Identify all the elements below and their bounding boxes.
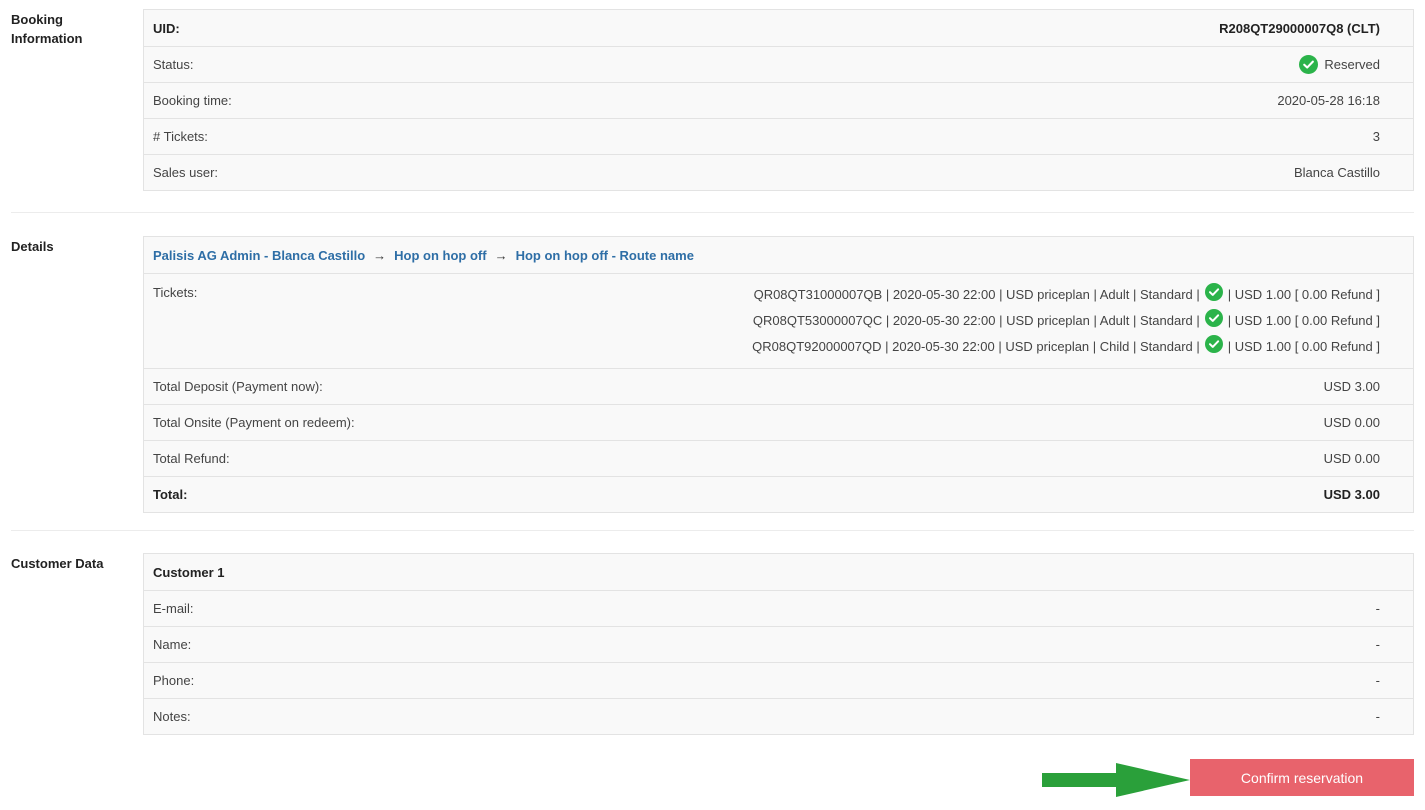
total-refund-label: Total Refund: xyxy=(153,451,230,466)
row-phone: Phone: - xyxy=(144,662,1413,698)
ticket-info: QR08QT53000007QC | 2020-05-30 22:00 | US… xyxy=(752,313,1200,328)
customer-title: Customer 1 xyxy=(153,564,225,580)
divider xyxy=(11,212,1414,213)
notes-value: - xyxy=(1375,709,1380,724)
section-label-booking-information: Booking Information xyxy=(11,12,83,46)
tickets-label: Tickets: xyxy=(153,285,198,300)
total-refund-value: USD 0.00 xyxy=(1323,451,1380,466)
total-label: Total: xyxy=(153,487,188,502)
check-circle-icon xyxy=(1299,55,1319,74)
ticket-line: QR08QT92000007QD | 2020-05-30 22:00 | US… xyxy=(752,334,1380,360)
row-email: E-mail: - xyxy=(144,590,1413,626)
total-deposit-value: USD 3.00 xyxy=(1323,379,1380,394)
uid-value: R208QT29000007Q8 (CLT) xyxy=(1219,20,1380,36)
tickets-list: QR08QT31000007QB | 2020-05-30 22:00 | US… xyxy=(752,282,1380,360)
ticket-line: QR08QT53000007QC | 2020-05-30 22:00 | US… xyxy=(752,308,1380,334)
row-booking-time: Booking time: 2020-05-28 16:18 xyxy=(144,82,1413,118)
breadcrumb-link-route[interactable]: Hop on hop off - Route name xyxy=(516,248,694,263)
check-circle-icon xyxy=(1204,283,1223,301)
notes-label: Notes: xyxy=(153,709,191,724)
row-total-onsite: Total Onsite (Payment on redeem): USD 0.… xyxy=(144,404,1413,440)
breadcrumb-link-admin[interactable]: Palisis AG Admin - Blanca Castillo xyxy=(153,248,365,263)
check-circle-icon xyxy=(1204,335,1223,353)
uid-label: UID: xyxy=(153,20,180,36)
email-label: E-mail: xyxy=(153,601,194,616)
row-tickets-count: # Tickets: 3 xyxy=(144,118,1413,154)
divider xyxy=(11,530,1414,531)
booking-information-section: Booking Information UID: R208QT29000007Q… xyxy=(0,0,1425,200)
status-label: Status: xyxy=(153,57,194,72)
ticket-info: QR08QT31000007QB | 2020-05-30 22:00 | US… xyxy=(753,287,1200,302)
phone-label: Phone: xyxy=(153,673,195,688)
customer-data-section: Customer Data Customer 1 E-mail: - Name:… xyxy=(0,543,1425,743)
row-total-refund: Total Refund: USD 0.00 xyxy=(144,440,1413,476)
customer-title-row: Customer 1 xyxy=(144,554,1413,590)
total-onsite-label: Total Onsite (Payment on redeem): xyxy=(153,415,355,430)
row-total: Total: USD 3.00 xyxy=(144,476,1413,512)
booking-time-label: Booking time: xyxy=(153,93,232,108)
row-sales-user: Sales user: Blanca Castillo xyxy=(144,154,1413,190)
row-total-deposit: Total Deposit (Payment now): USD 3.00 xyxy=(144,368,1413,404)
name-value: - xyxy=(1375,637,1380,652)
tickets-count-label: # Tickets: xyxy=(153,129,208,144)
section-label-details: Details xyxy=(11,239,54,254)
check-circle-icon xyxy=(1204,309,1223,327)
total-deposit-label: Total Deposit (Payment now): xyxy=(153,379,323,394)
sales-user-label: Sales user: xyxy=(153,165,219,180)
breadcrumb-arrow: → xyxy=(494,247,508,263)
row-status: Status: Reserved xyxy=(144,46,1413,82)
total-value: USD 3.00 xyxy=(1323,487,1380,502)
tickets-count-value: 3 xyxy=(1372,129,1380,144)
ticket-price: | USD 1.00 [ 0.00 Refund ] xyxy=(1227,339,1380,354)
ticket-info: QR08QT92000007QD | 2020-05-30 22:00 | US… xyxy=(752,339,1200,354)
booking-information-table: UID: R208QT29000007Q8 (CLT) Status: Rese… xyxy=(143,9,1414,191)
row-name: Name: - xyxy=(144,626,1413,662)
breadcrumb-link-product[interactable]: Hop on hop off xyxy=(394,248,486,263)
ticket-line: QR08QT31000007QB | 2020-05-30 22:00 | US… xyxy=(752,282,1380,308)
row-tickets: Tickets: QR08QT31000007QB | 2020-05-30 2… xyxy=(144,273,1413,368)
confirm-reservation-button[interactable]: Confirm reservation xyxy=(1190,759,1414,796)
section-label-customer-data: Customer Data xyxy=(11,556,104,571)
details-section: Details Palisis AG Admin - Blanca Castil… xyxy=(0,226,1425,526)
customer-data-table: Customer 1 E-mail: - Name: - Phone: - No… xyxy=(143,553,1414,735)
phone-value: - xyxy=(1375,673,1380,688)
name-label: Name: xyxy=(153,637,192,652)
email-value: - xyxy=(1375,601,1380,616)
status-badge: Reserved xyxy=(1299,55,1380,74)
total-onsite-value: USD 0.00 xyxy=(1323,415,1380,430)
row-notes: Notes: - xyxy=(144,698,1413,734)
sales-user-value: Blanca Castillo xyxy=(1294,165,1380,180)
row-uid: UID: R208QT29000007Q8 (CLT) xyxy=(144,10,1413,46)
booking-time-value: 2020-05-28 16:18 xyxy=(1277,93,1380,108)
status-value: Reserved xyxy=(1324,57,1380,72)
breadcrumb: Palisis AG Admin - Blanca Castillo → Hop… xyxy=(144,237,1413,273)
details-table: Palisis AG Admin - Blanca Castillo → Hop… xyxy=(143,236,1414,513)
ticket-price: | USD 1.00 [ 0.00 Refund ] xyxy=(1227,313,1380,328)
ticket-price: | USD 1.00 [ 0.00 Refund ] xyxy=(1227,287,1380,302)
breadcrumb-arrow: → xyxy=(373,247,387,263)
green-arrow-icon xyxy=(1042,763,1190,797)
